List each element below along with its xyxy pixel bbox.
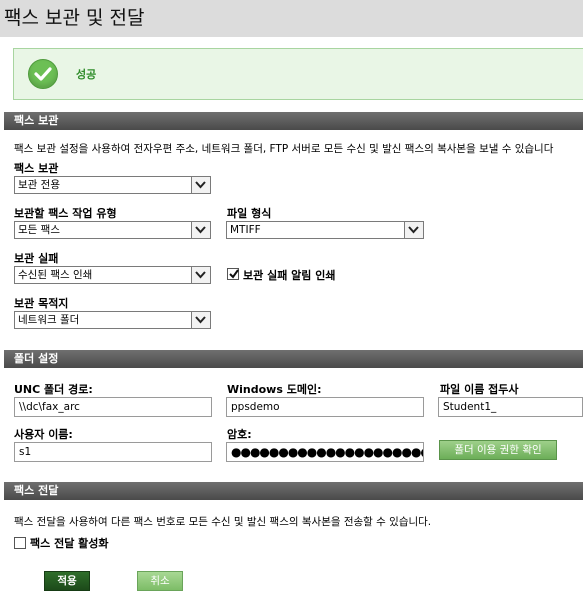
- chevron-down-icon: [191, 222, 210, 238]
- cancel-button[interactable]: 취소: [137, 571, 183, 591]
- archive-destination-label: 보관 목적지: [14, 297, 69, 310]
- print-notice-checkbox[interactable]: [227, 268, 239, 280]
- chevron-down-icon: [191, 177, 210, 193]
- password-label: 암호:: [227, 428, 252, 441]
- apply-button[interactable]: 적용: [44, 571, 90, 591]
- archive-mode-label: 팩스 보관: [14, 162, 59, 175]
- archive-mode-select[interactable]: 보관 전용: [14, 176, 211, 194]
- archive-failure-select[interactable]: 수신된 팩스 인쇄: [14, 266, 211, 284]
- success-banner: 성공: [13, 48, 583, 100]
- chevron-down-icon: [191, 312, 210, 328]
- chevron-down-icon: [404, 222, 423, 238]
- archive-description: 팩스 보관 설정을 사용하여 전자우편 주소, 네트워크 폴더, FTP 서버로…: [14, 143, 554, 155]
- windows-domain-label: Windows 도메인:: [227, 383, 322, 396]
- archive-failure-label: 보관 실패: [14, 252, 59, 265]
- job-type-label: 보관할 팩스 작업 유형: [14, 207, 117, 220]
- password-input[interactable]: ●●●●●●●●●●●●●●●●●●●●●●●●●●●●●●●●●●●●●●●: [226, 442, 424, 462]
- verify-folder-access-button[interactable]: 폴더 이용 권한 확인: [439, 440, 557, 460]
- username-input[interactable]: s1: [14, 442, 212, 462]
- username-label: 사용자 이름:: [14, 428, 73, 441]
- success-message: 성공: [76, 68, 97, 81]
- file-prefix-label: 파일 이름 접두사: [440, 383, 519, 396]
- archive-mode-value: 보관 전용: [18, 179, 60, 191]
- archive-failure-value: 수신된 팩스 인쇄: [18, 269, 93, 281]
- archive-destination-value: 네트워크 폴더: [18, 314, 80, 326]
- print-notice-label: 보관 실패 알림 인쇄: [243, 269, 336, 282]
- chevron-down-icon: [191, 267, 210, 283]
- section-header-fax-archive: 팩스 보관: [4, 112, 583, 130]
- enable-forward-checkbox[interactable]: [14, 537, 26, 549]
- file-format-value: MTIFF: [230, 224, 261, 236]
- unc-path-label: UNC 폴더 경로:: [14, 383, 93, 396]
- forward-description: 팩스 전달을 사용하여 다른 팩스 번호로 모든 수신 및 발신 팩스의 복사본…: [14, 516, 432, 528]
- unc-path-input[interactable]: \\dc\fax_arc: [14, 397, 212, 417]
- job-type-value: 모든 팩스: [18, 224, 60, 236]
- file-prefix-input[interactable]: Student1_: [438, 397, 583, 417]
- section-header-fax-forward: 팩스 전달: [4, 482, 583, 500]
- windows-domain-input[interactable]: ppsdemo: [226, 397, 424, 417]
- file-format-label: 파일 형식: [227, 207, 272, 220]
- title-bar: 팩스 보관 및 전달: [0, 0, 583, 37]
- checkmark-icon: [229, 269, 239, 279]
- job-type-select[interactable]: 모든 팩스: [14, 221, 211, 239]
- file-format-select[interactable]: MTIFF: [226, 221, 424, 239]
- archive-destination-select[interactable]: 네트워크 폴더: [14, 311, 211, 329]
- page-title: 팩스 보관 및 전달: [4, 7, 145, 29]
- enable-forward-label: 팩스 전달 활성화: [30, 537, 109, 550]
- checkmark-icon: [28, 59, 58, 89]
- section-header-folder-settings: 폴더 설정: [4, 350, 583, 368]
